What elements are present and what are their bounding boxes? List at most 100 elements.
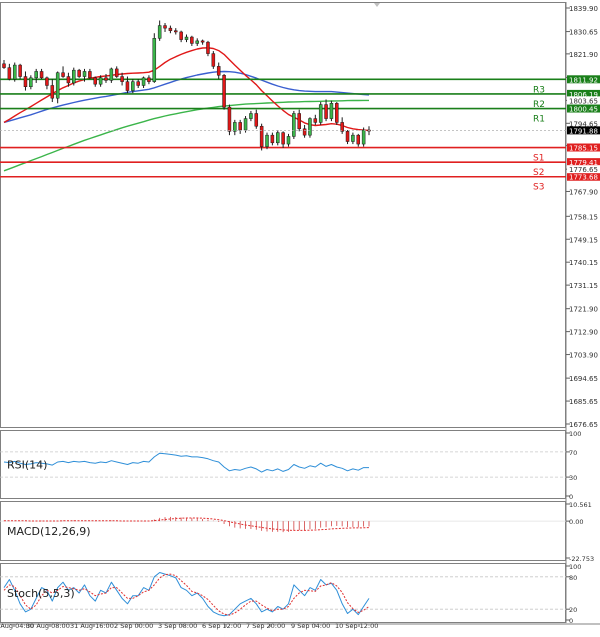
candle-bearish	[39, 71, 44, 79]
level-name-r1: R1	[533, 115, 545, 125]
level-price-label: 1773.68	[569, 174, 598, 182]
candle-bearish	[88, 71, 92, 79]
indicator-tick-label: -22.753	[569, 555, 594, 563]
candle-bullish	[329, 103, 334, 119]
indicator-tick-label: 20	[569, 606, 577, 614]
candle-bearish	[66, 76, 71, 84]
candle-bearish	[313, 118, 318, 123]
candle-bullish	[249, 113, 253, 119]
extra-price-label: 1803.65	[569, 97, 598, 105]
price-tick-label: 1830.65	[569, 29, 598, 37]
candle-bearish	[200, 40, 205, 43]
price-tick-label: 1731.15	[569, 282, 598, 290]
level-price-label: 1785.15	[569, 145, 598, 153]
candle-bearish	[93, 77, 97, 85]
indicator-name: RSI(14)	[7, 459, 47, 472]
level-price-label: 1800.45	[569, 106, 598, 114]
candle-bearish	[270, 134, 275, 144]
price-tick-label: 1676.65	[569, 421, 598, 429]
panel-frame-1	[0, 430, 566, 499]
candle-bearish	[23, 76, 28, 87]
candle-bearish	[114, 68, 119, 77]
indicator-tick-label: 100	[569, 430, 581, 438]
candle-bullish	[276, 132, 280, 144]
price-tick-label: 1767.90	[569, 188, 598, 196]
candle-bullish	[265, 134, 269, 147]
candle-bearish	[190, 36, 194, 44]
candle-bearish	[163, 25, 167, 29]
price-tick-label: 1712.90	[569, 329, 598, 337]
panel-frame-3	[0, 563, 566, 623]
candle-bullish	[318, 104, 323, 123]
candle-bearish	[50, 85, 55, 99]
candle-bullish	[72, 69, 76, 84]
price-axis-labels: 1839.901830.651821.901812.651803.651794.…	[566, 5, 600, 625]
level-price-label: 1811.92	[569, 76, 598, 84]
indicator-tick-label: 70	[569, 449, 577, 457]
indicator-name: MACD(12,26,9)	[7, 525, 91, 538]
current-price-label: 1791.88	[569, 127, 598, 135]
candle-bearish	[259, 125, 264, 147]
candle-bearish	[168, 27, 173, 31]
candle-bearish	[174, 30, 178, 33]
candle-bullish	[55, 72, 60, 99]
time-axis-labels: 28 Aug 04:0030 Aug 08:0031 Aug 16:002 Se…	[0, 622, 378, 630]
candle-bullish	[109, 68, 114, 81]
candle-bearish	[7, 67, 12, 80]
candle-bullish	[98, 77, 103, 85]
candle-bearish	[61, 72, 65, 77]
indicator-tick-label: 80	[569, 574, 577, 582]
candle-bearish	[297, 113, 301, 130]
indicator-tick-label: 10.561	[569, 501, 592, 509]
price-tick-label: 1821.90	[569, 51, 598, 59]
trading-chart-window: R3 R2 R1 S1 S2 S3 RSI(14) MACD(12,26,9) Stoch…	[0, 0, 600, 632]
price-tick-label: 1839.90	[569, 5, 598, 13]
indicator-name: Stoch(5,5,3)	[7, 587, 75, 600]
candle-bearish	[211, 53, 216, 67]
candle-bearish	[216, 66, 221, 76]
candle-bearish	[222, 75, 226, 108]
time-tick-label: 3 Sep 08:00	[158, 622, 197, 630]
candle-bullish	[351, 134, 355, 142]
candle-bearish	[120, 76, 124, 82]
candle-bearish	[281, 132, 285, 145]
candle-bullish	[12, 64, 17, 80]
time-tick-label: 10 Sep 12:00	[335, 622, 378, 630]
candle-bearish	[18, 64, 22, 77]
candle-bearish	[356, 134, 361, 145]
time-tick-label: 9 Sep 04:00	[291, 622, 330, 630]
candle-bullish	[82, 71, 87, 77]
candle-bullish	[286, 136, 291, 145]
candle-bearish	[104, 77, 108, 81]
candle-bearish	[147, 77, 151, 82]
indicator-tick-label: 0	[569, 493, 573, 501]
indicator-tick-label: 30	[569, 474, 577, 482]
indicator-tick-label: 0	[569, 617, 573, 625]
time-tick-label: 30 Aug 08:00	[26, 622, 70, 630]
candle-bearish	[324, 104, 328, 119]
candle-bullish	[157, 25, 162, 39]
candle-bearish	[206, 41, 210, 54]
price-tick-label: 1758.15	[569, 213, 598, 221]
candle-bullish	[152, 38, 157, 82]
time-tick-label: 7 Sep 20:00	[246, 622, 285, 630]
price-tick-label: 1740.15	[569, 259, 598, 267]
indicator-tick-label: 100	[569, 563, 581, 571]
candle-bullish	[243, 118, 248, 131]
candle-bearish	[238, 122, 242, 131]
candle-bearish	[125, 81, 130, 91]
price-tick-label: 1703.90	[569, 352, 598, 360]
price-tick-label: 1694.65	[569, 375, 598, 383]
candle-bearish	[136, 81, 140, 86]
candle-bearish	[254, 113, 259, 127]
candle-bearish	[77, 69, 81, 77]
panel-frame-0	[0, 2, 566, 428]
indicator-tick-label: 0.00	[569, 518, 583, 526]
candle-bullish	[29, 77, 33, 87]
extra-price-label: 1776.65	[569, 166, 598, 174]
candle-bearish	[302, 128, 307, 136]
time-tick-label: 31 Aug 16:00	[70, 622, 114, 630]
candle-bullish	[34, 71, 38, 79]
price-tick-label: 1685.65	[569, 398, 598, 406]
chart-svg: R3R2R1S1S2S3 RSI(14) MACD(12,26,9) Stoch…	[0, 2, 600, 630]
